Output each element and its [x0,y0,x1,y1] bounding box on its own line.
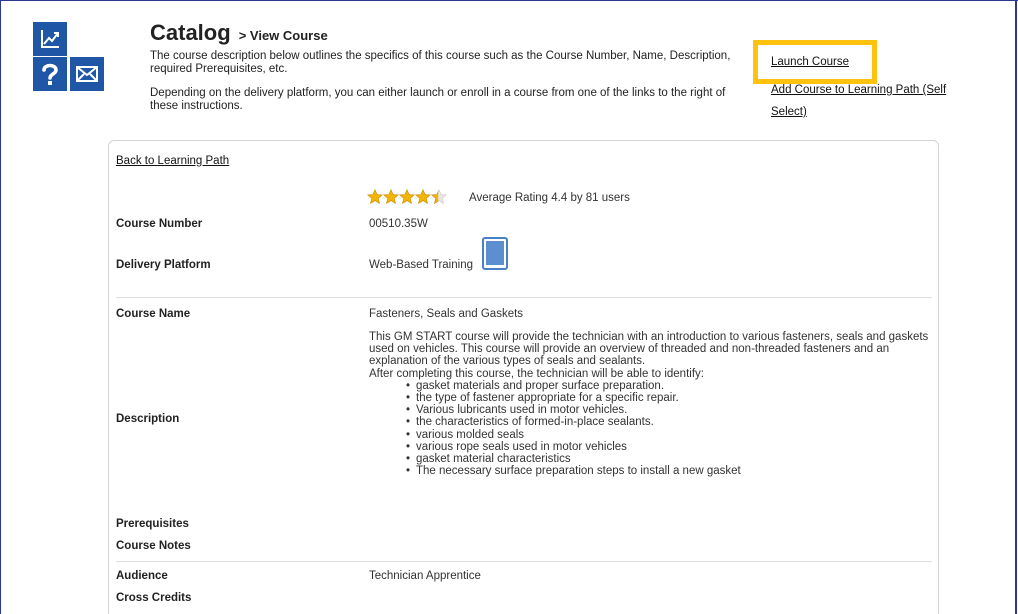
course-name-value: Fasteners, Seals and Gaskets [369,308,524,320]
page-title: Catalog [150,20,231,45]
title-row: Catalog > View Course [150,20,750,46]
audience-label: Audience [116,570,168,582]
list-item: The necessary surface preparation steps … [406,465,935,477]
add-to-learning-path-link[interactable]: Add Course to Learning Path (Self Select… [771,79,961,123]
course-name-label: Course Name [116,308,191,320]
intro-text: The course description below outlines th… [150,50,731,75]
list-item: gasket material characteristics [406,453,935,465]
course-number-label: Course Number [116,218,203,230]
audience-value: Technician Apprentice [369,570,481,582]
list-item: various molded seals [406,429,935,441]
tablet-icon [482,237,508,270]
back-to-learning-path-link[interactable]: Back to Learning Path [116,155,229,167]
question-mark-icon[interactable] [33,57,67,91]
list-item: the type of fastener appropriate for a s… [406,392,935,404]
half-star-icon [431,189,447,205]
course-number-value: 00510.35W [369,218,428,230]
divider [116,561,932,562]
description-paragraph: This GM START course will provide the te… [369,331,929,368]
divider [116,297,932,298]
launch-course-link[interactable]: Launch Course [771,56,849,68]
list-item: various rope seals used in motor vehicle… [406,441,935,453]
line-chart-icon[interactable] [33,22,67,56]
instructions-text: Depending on the delivery platform, you … [150,87,726,112]
frame-border-top [0,0,1018,1]
course-notes-label: Course Notes [116,540,191,552]
description-label: Description [116,413,180,425]
objectives-list: gasket materials and proper surface prep… [406,380,935,478]
frame-border-right [1015,0,1017,614]
list-item: Various lubricants used in motor vehicle… [406,404,935,416]
launch-course-highlight: Launch Course [753,40,877,84]
prerequisites-label: Prerequisites [116,518,189,530]
star-icon [383,189,399,205]
frame-border-left [0,0,1,614]
list-item: the characteristics of formed-in-place s… [406,416,935,428]
course-description: This GM START course will provide the te… [369,331,935,478]
star-icon [415,189,431,205]
list-item: gasket materials and proper surface prep… [406,380,935,392]
breadcrumb: > View Course [238,28,328,43]
description-intro-list: After completing this course, the techni… [369,367,704,380]
star-icon [367,189,383,205]
page-header: Catalog > View Course The course descrip… [150,20,750,113]
average-rating-text: Average Rating 4.4 by 81 users [469,192,630,204]
envelope-icon[interactable] [70,57,104,91]
delivery-platform-value: Web-Based Training [369,259,473,271]
rating-stars [367,189,447,205]
star-icon [399,189,415,205]
cross-credits-label: Cross Credits [116,592,192,604]
delivery-platform-label: Delivery Platform [116,259,211,271]
